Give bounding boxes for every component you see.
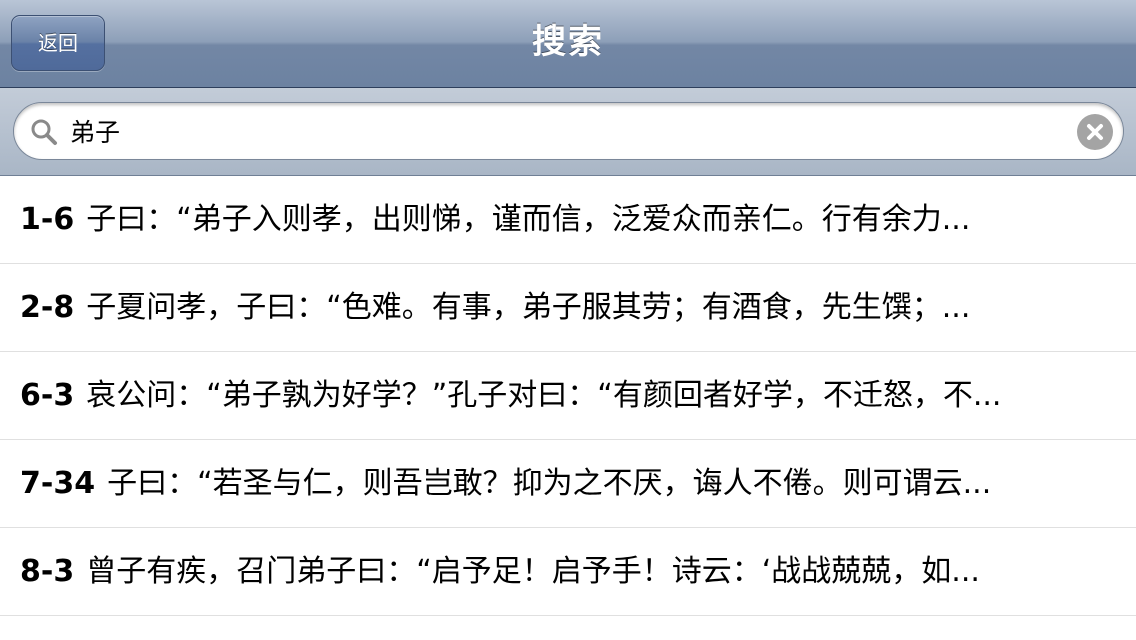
result-ref: 2-8 (20, 290, 75, 325)
list-item[interactable]: 7-34 子曰：“若圣与仁，则吾岂敢？抑为之不厌，诲人不倦。则可谓云... (0, 440, 1136, 528)
search-field[interactable] (13, 102, 1124, 160)
back-button[interactable]: 返回 (11, 15, 105, 71)
result-text: 哀公问：“弟子孰为好学？”孔子对曰：“有颜回者好学，不迁怒，不... (86, 378, 1002, 413)
list-item[interactable]: 1-6 子曰：“弟子入则孝，出则悌，谨而信，泛爱众而亲仁。行有余力... (0, 176, 1136, 264)
search-input[interactable] (70, 111, 1060, 151)
result-ref: 1-6 (20, 202, 75, 237)
list-item[interactable]: 6-3 哀公问：“弟子孰为好学？”孔子对曰：“有颜回者好学，不迁怒，不... (0, 352, 1136, 440)
search-icon (30, 118, 58, 146)
list-item[interactable]: 8-3 曾子有疾，召门弟子曰：“启予足！启予手！诗云：‘战战兢兢，如... (0, 528, 1136, 616)
search-bar (0, 88, 1136, 176)
result-text: 曾子有疾，召门弟子曰：“启予足！启予手！诗云：‘战战兢兢，如... (86, 554, 980, 589)
result-ref: 8-3 (20, 554, 75, 589)
list-item[interactable]: 2-8 子夏问孝，子曰：“色难。有事，弟子服其劳；有酒食，先生馔；... (0, 264, 1136, 352)
result-ref: 7-34 (20, 466, 96, 501)
result-ref: 6-3 (20, 378, 75, 413)
navigation-bar: 搜索 返回 (0, 0, 1136, 88)
result-text: 子夏问孝，子曰：“色难。有事，弟子服其劳；有酒食，先生馔；... (86, 290, 971, 325)
page-title: 搜索 (532, 22, 604, 62)
result-text: 子曰：“若圣与仁，则吾岂敢？抑为之不厌，诲人不倦。则可谓云... (107, 466, 992, 501)
clear-icon[interactable] (1077, 114, 1113, 150)
results-list: 1-6 子曰：“弟子入则孝，出则悌，谨而信，泛爱众而亲仁。行有余力... 2-8 子… (0, 176, 1136, 616)
result-text: 子曰：“弟子入则孝，出则悌，谨而信，泛爱众而亲仁。行有余力... (86, 202, 971, 237)
